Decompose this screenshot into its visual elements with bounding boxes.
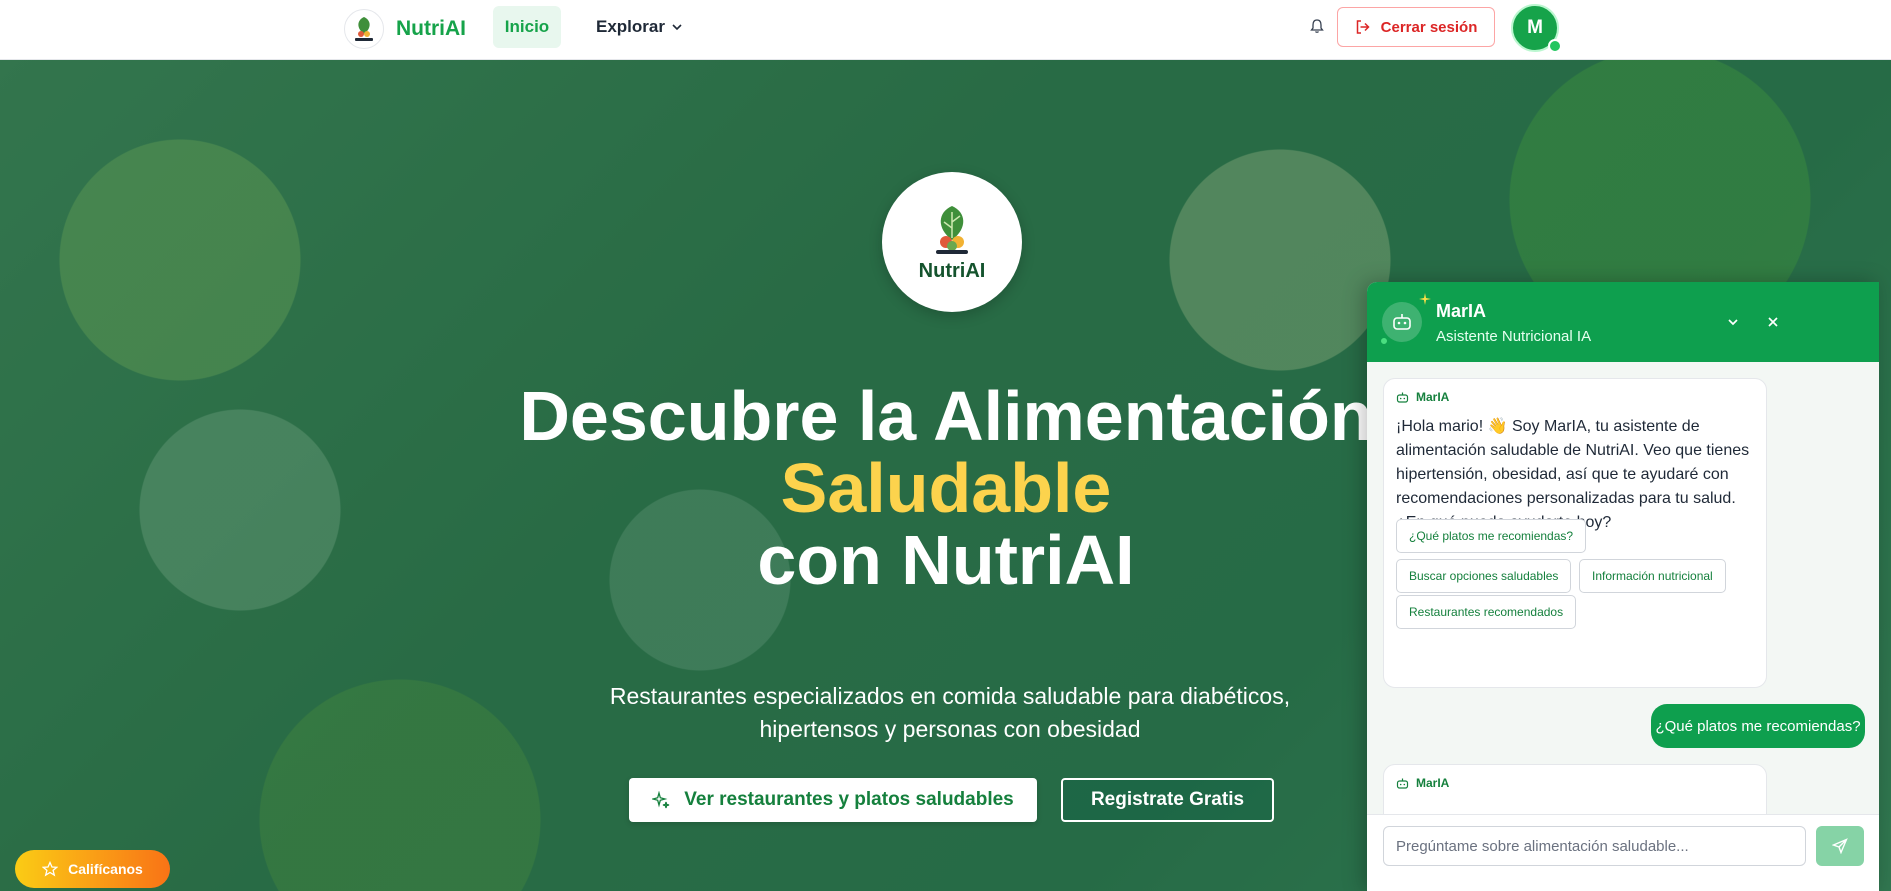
- sparkles-icon: [652, 791, 670, 809]
- hero-subtitle-line2: hipertensos y personas con obesidad: [759, 716, 1141, 742]
- chevron-down-icon: [1728, 319, 1738, 326]
- assistant-avatar: [1382, 302, 1422, 342]
- star-icon: [42, 861, 59, 877]
- hero-title-line1: Descubre la Alimentación: [519, 377, 1373, 455]
- brand-link[interactable]: NutriAI: [344, 9, 466, 49]
- register-button[interactable]: Registrate Gratis: [1061, 778, 1274, 822]
- quick-reply-recommended-restaurants[interactable]: Restaurantes recomendados: [1396, 595, 1577, 629]
- view-restaurants-label: Ver restaurantes y platos saludables: [684, 789, 1014, 810]
- quick-reply-healthy-options[interactable]: Buscar opciones saludables: [1396, 559, 1572, 593]
- hero-title: Descubre la Alimentación Saludable con N…: [440, 380, 1452, 596]
- message-sender: MarIA: [1396, 776, 1449, 790]
- leaf-logo-icon: [936, 205, 968, 254]
- assistant-role: Asistente Nutricional IA: [1436, 328, 1592, 345]
- close-chat-button[interactable]: [1759, 308, 1787, 336]
- chat-widget: MarIA Asistente Nutricional IA MarIA ¡Ho…: [1367, 282, 1879, 891]
- bell-icon: [1310, 19, 1324, 33]
- assistant-online-dot: [1379, 336, 1389, 346]
- assistant-message: MarIA: [1383, 764, 1767, 814]
- message-sender-name: MarIA: [1416, 776, 1450, 790]
- chat-input-bar: [1367, 814, 1879, 891]
- online-status-dot: [1548, 39, 1562, 53]
- close-icon: [1768, 317, 1778, 327]
- quick-reply-nutrition-info[interactable]: Información nutricional: [1579, 559, 1726, 593]
- message-text: ¡Hola mario! 👋 Soy MarIA, tu asistente d…: [1396, 418, 1750, 531]
- hero-title-line3: con NutriAI: [757, 521, 1135, 599]
- send-icon: [1832, 838, 1848, 854]
- logout-icon: [1356, 20, 1370, 34]
- send-message-button[interactable]: [1816, 826, 1864, 866]
- notifications-button[interactable]: [1305, 14, 1329, 38]
- logout-button[interactable]: Cerrar sesión: [1337, 7, 1495, 47]
- message-sender-name: MarIA: [1416, 390, 1450, 404]
- brand-logo: [344, 9, 384, 49]
- view-restaurants-button[interactable]: Ver restaurantes y platos saludables: [629, 778, 1037, 822]
- hero-logo: NutriAI: [882, 172, 1022, 312]
- hero-subtitle-line1: Restaurantes especializados en comida sa…: [609, 683, 1291, 709]
- message-sender: MarIA: [1396, 390, 1449, 404]
- rate-us-button[interactable]: Califícanos: [15, 850, 170, 888]
- nav-dropdown-explorar[interactable]: Explorar: [596, 6, 683, 48]
- brand-name: NutriAI: [396, 17, 466, 40]
- chevron-down-icon: [672, 24, 682, 31]
- bot-icon: [1396, 392, 1409, 403]
- minimize-chat-button[interactable]: [1719, 308, 1747, 336]
- sparkles-icon: [1419, 293, 1431, 305]
- bot-icon: [1396, 778, 1409, 789]
- assistant-name: MarIA: [1436, 301, 1487, 321]
- nav-explorar-label: Explorar: [596, 17, 665, 36]
- top-navbar: NutriAI Inicio Explorar Cerrar sesión M: [0, 0, 1891, 60]
- chat-messages[interactable]: MarIA ¡Hola mario! 👋 Soy MarIA, tu asist…: [1367, 362, 1879, 814]
- chat-header: MarIA Asistente Nutricional IA: [1367, 282, 1879, 362]
- logout-label: Cerrar sesión: [1380, 18, 1478, 36]
- rate-us-label: Califícanos: [68, 861, 143, 877]
- chat-input[interactable]: [1383, 826, 1806, 866]
- bot-icon: [1393, 314, 1411, 330]
- hero-title-accent: Saludable: [780, 449, 1112, 527]
- hero-logo-text: NutriAI: [918, 259, 986, 282]
- hero-subtitle: Restaurantes especializados en comida sa…: [560, 680, 1340, 746]
- nav-link-inicio[interactable]: Inicio: [493, 6, 561, 48]
- quick-reply-recommend-dishes[interactable]: ¿Qué platos me recomiendas?: [1396, 519, 1587, 553]
- assistant-message: MarIA ¡Hola mario! 👋 Soy MarIA, tu asist…: [1383, 378, 1767, 688]
- user-message: ¿Qué platos me recomiendas?: [1651, 704, 1865, 748]
